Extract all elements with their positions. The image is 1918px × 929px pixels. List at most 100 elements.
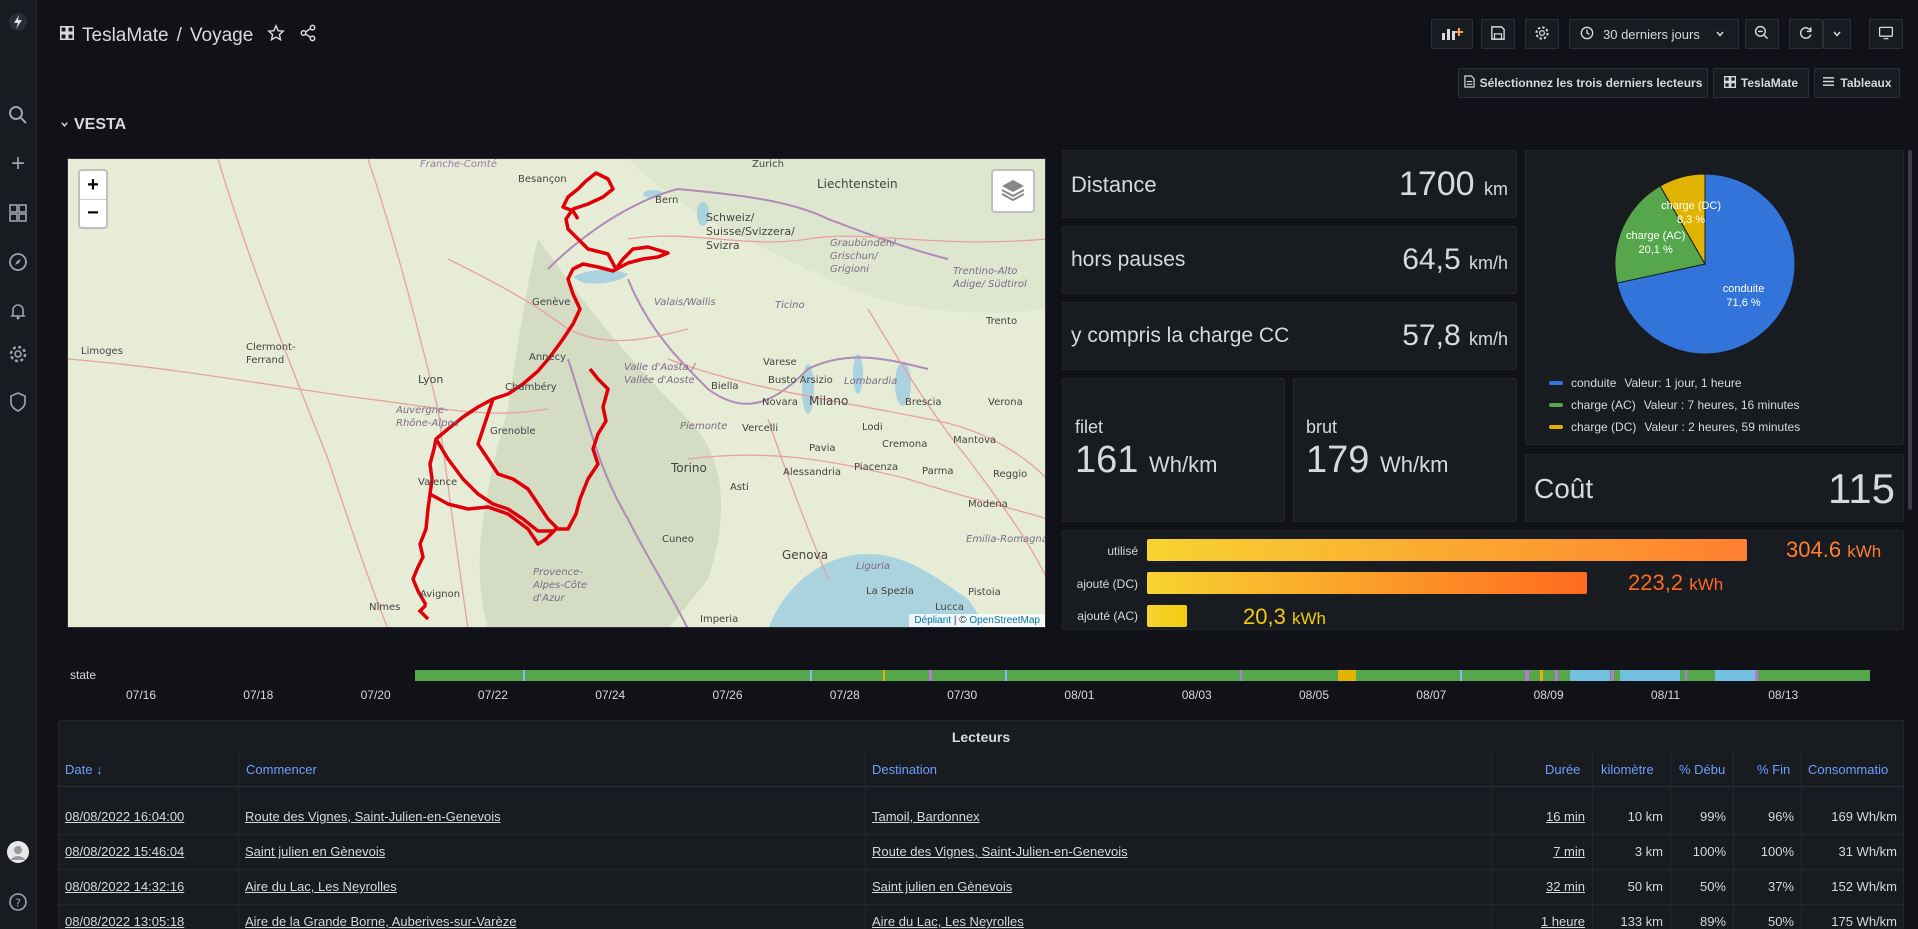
cell-date[interactable]: 08/08/2022 16:04:00 xyxy=(58,799,238,835)
tableaux-button[interactable]: Tableaux xyxy=(1814,68,1900,98)
stat-cout[interactable]: Coût 115 xyxy=(1525,454,1904,522)
refresh-button[interactable] xyxy=(1789,19,1823,49)
map-label: Verona xyxy=(988,397,1023,408)
pie-chart[interactable]: conduite 71,6 % charge (AC) 20,1 % charge (D… xyxy=(1600,164,1820,374)
map-label: Lyon xyxy=(418,373,444,386)
zoom-in-button[interactable]: + xyxy=(80,171,106,199)
map-label: Genova xyxy=(782,548,829,562)
map-label: Mantova xyxy=(953,435,997,446)
plus-icon[interactable]: + xyxy=(6,150,30,177)
compass-icon[interactable] xyxy=(6,250,30,274)
legend-item[interactable]: charge (AC) Valeur : 7 heures, 16 minute… xyxy=(1549,398,1800,412)
map-label: Graubünden/ Grischun/ Grigioni xyxy=(830,238,896,275)
stat-charge-cc[interactable]: y compris la charge CC 57,8 km/h xyxy=(1062,302,1517,370)
column-header-consommation[interactable]: Consommatio xyxy=(1808,762,1888,777)
stat-distance[interactable]: Distance 1700 km xyxy=(1062,150,1517,218)
column-header-debut[interactable]: % Débu xyxy=(1679,762,1725,777)
trip-map[interactable]: Franche-Comté Besançon Zurich Liechtenst… xyxy=(67,158,1046,628)
dashboards-icon[interactable] xyxy=(6,201,30,225)
add-panel-button[interactable] xyxy=(1431,19,1473,49)
cell-start[interactable]: Aire du Lac, Les Neyrolles xyxy=(238,869,865,905)
bar-label: utilisé xyxy=(1107,544,1138,558)
timeline-state-segment xyxy=(1005,670,1007,681)
bar-unit: kWh xyxy=(1291,609,1326,628)
map-label: Liechtenstein xyxy=(817,177,898,191)
bell-icon[interactable] xyxy=(6,299,30,323)
save-button[interactable] xyxy=(1481,19,1515,49)
teslamate-link-button[interactable]: TeslaMate xyxy=(1713,68,1809,98)
map-label: Torino xyxy=(671,461,707,475)
legend-item[interactable]: conduite Valeur: 1 jour, 1 heure xyxy=(1549,376,1742,390)
leaflet-link[interactable]: Dépliant xyxy=(914,615,951,626)
refresh-interval-button[interactable] xyxy=(1823,19,1851,49)
cell-start[interactable]: Saint julien en Gènevois xyxy=(238,834,865,870)
avatar[interactable] xyxy=(6,840,30,864)
settings-button[interactable] xyxy=(1525,19,1559,49)
cell-distance: 50 km xyxy=(1592,869,1670,905)
energy-bar-dc[interactable] xyxy=(1147,572,1587,594)
stat-value: 57,8 km/h xyxy=(1402,319,1508,353)
lake-geneva xyxy=(573,269,628,284)
cell-start[interactable]: Route des Vignes, Saint-Julien-en-Genevo… xyxy=(238,799,865,835)
map-label: Novara xyxy=(762,397,798,408)
stat-unit: Wh/km xyxy=(1148,452,1218,477)
cell-duration[interactable]: 16 min xyxy=(1491,799,1592,835)
cell-date[interactable]: 08/08/2022 13:05:18 xyxy=(58,904,238,929)
cell-destination[interactable]: Saint julien en Gènevois xyxy=(865,869,1491,905)
cell-date[interactable]: 08/08/2022 15:46:04 xyxy=(58,834,238,870)
timeline-tick: 07/22 xyxy=(477,688,508,702)
cell-duration[interactable]: 1 heure xyxy=(1491,904,1592,929)
select-last-drives-button[interactable]: Sélectionnez les trois derniers lecteurs xyxy=(1458,68,1708,98)
stat-label: Coût xyxy=(1534,473,1594,504)
table-row[interactable]: 08/08/2022 13:05:18 Aire de la Grande Bo… xyxy=(58,904,1904,929)
gear-icon[interactable] xyxy=(6,342,30,366)
stat-hors-pauses[interactable]: hors pauses 64,5 km/h xyxy=(1062,226,1517,294)
cell-start[interactable]: Aire de la Grande Borne, Auberives-sur-V… xyxy=(238,904,865,929)
page-title[interactable]: Voyage xyxy=(190,25,253,47)
cell-destination[interactable]: Tamoil, Bardonnex xyxy=(865,799,1491,835)
column-header-date[interactable]: Date ↓ xyxy=(65,762,103,777)
tv-mode-button[interactable] xyxy=(1869,19,1903,49)
row-header[interactable]: VESTA xyxy=(60,116,126,134)
table-row[interactable]: 08/08/2022 14:32:16 Aire du Lac, Les Ney… xyxy=(58,869,1904,905)
grafana-logo-icon[interactable] xyxy=(6,10,30,34)
timeline-tick: 08/13 xyxy=(1768,688,1799,702)
column-header-kilometre[interactable]: kilomètre xyxy=(1601,762,1654,777)
shield-icon[interactable] xyxy=(6,390,30,414)
energy-bar-used[interactable] xyxy=(1147,539,1747,561)
share-icon[interactable] xyxy=(299,24,317,47)
layers-button[interactable] xyxy=(991,169,1035,213)
timeline-state-segment xyxy=(1460,670,1462,681)
zoom-out-button[interactable] xyxy=(1745,19,1779,49)
osm-link[interactable]: OpenStreetMap xyxy=(969,615,1040,626)
cell-duration[interactable]: 32 min xyxy=(1491,869,1592,905)
help-icon[interactable]: ? xyxy=(6,890,30,914)
table-row[interactable]: 08/08/2022 15:46:04 Saint julien en Gène… xyxy=(58,834,1904,870)
search-icon[interactable] xyxy=(6,103,30,127)
map-label: Biella xyxy=(711,381,739,392)
cell-destination[interactable]: Route des Vignes, Saint-Julien-en-Genevo… xyxy=(865,834,1491,870)
stat-brut[interactable]: brut 179 Wh/km xyxy=(1293,378,1517,522)
column-header-fin[interactable]: % Fin xyxy=(1757,762,1790,777)
legend-item[interactable]: charge (DC) Valeur : 2 heures, 59 minute… xyxy=(1549,420,1800,434)
cell-start-pct: 99% xyxy=(1670,799,1733,835)
star-icon[interactable] xyxy=(267,24,286,47)
stat-filet[interactable]: filet 161 Wh/km xyxy=(1062,378,1285,522)
state-timeline-bar[interactable] xyxy=(415,670,1870,681)
table-row[interactable]: 08/08/2022 16:04:00 Route des Vignes, Sa… xyxy=(58,799,1904,835)
cell-consumption: 31 Wh/km xyxy=(1801,834,1904,870)
zoom-out-button[interactable]: − xyxy=(80,199,106,227)
column-header-commencer[interactable]: Commencer xyxy=(246,762,317,777)
map-label: Ticino xyxy=(775,300,805,311)
scrollbar[interactable] xyxy=(1908,150,1912,510)
column-header-destination[interactable]: Destination xyxy=(872,762,937,777)
map-label: Imperia xyxy=(700,614,739,625)
energy-bar-ac[interactable] xyxy=(1147,605,1187,627)
stat-number: 161 xyxy=(1075,439,1139,481)
time-range-picker[interactable]: 30 derniers jours xyxy=(1569,19,1739,49)
cell-destination[interactable]: Aire du Lac, Les Neyrolles xyxy=(865,904,1491,929)
cell-date[interactable]: 08/08/2022 14:32:16 xyxy=(58,869,238,905)
cell-duration[interactable]: 7 min xyxy=(1491,834,1592,870)
column-header-duree[interactable]: Durée xyxy=(1545,762,1580,777)
breadcrumb-folder[interactable]: TeslaMate xyxy=(82,25,169,47)
